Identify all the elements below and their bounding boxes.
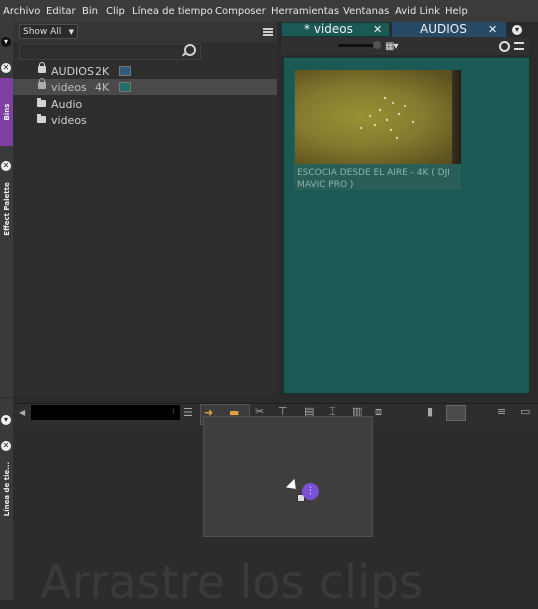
search-icon[interactable] [184, 44, 196, 56]
menu-help[interactable]: Help [445, 6, 468, 17]
marker-icon[interactable]: ▮ [427, 405, 433, 418]
settings-sliders-icon[interactable]: ≡ [497, 405, 506, 418]
close-effect-palette-icon[interactable]: ✕ [1, 161, 11, 171]
timeline-panel-menu-icon[interactable]: ▾ [1, 415, 11, 425]
menu-linea-de-tiempo[interactable]: Línea de tiempo [132, 6, 213, 17]
hamburger-menu-icon-middle [263, 31, 273, 33]
tab-effect-palette-label: Effect Palette [2, 182, 11, 236]
sheep-dots [359, 96, 415, 140]
menu-composer[interactable]: Composer [215, 6, 266, 17]
close-tab-icon[interactable]: ✕ [373, 23, 382, 36]
bin-color-swatch [119, 82, 131, 92]
bin-folder-audio[interactable]: Audio [13, 96, 277, 112]
bin-filter-dropdown[interactable]: Show All ▼ [19, 24, 78, 39]
fullscreen-toggle-icon[interactable] [446, 405, 466, 421]
tab-timeline-label: Línea de tie... [2, 461, 11, 517]
menu-archivo[interactable]: Archivo [3, 6, 40, 17]
panel-menu-icon[interactable]: ▾ [512, 25, 522, 35]
clip-title[interactable]: ESCOCIA DESDE EL AIRE - 4K ( DJI MAVIC P… [297, 167, 462, 191]
timecode-stepper-icon[interactable]: ⁝ [172, 407, 175, 416]
accent-badge-icon: ⋮ [302, 483, 319, 500]
menu-bin[interactable]: Bin [82, 6, 98, 17]
clip-thumbnail[interactable] [295, 70, 461, 164]
drag-preview-box [203, 416, 373, 537]
bin-toolbar [281, 37, 529, 55]
tab-audios-label: AUDIOS [420, 22, 467, 36]
window-icon[interactable]: ▭ [520, 405, 530, 418]
lock-icon [38, 62, 46, 73]
timecode-field[interactable] [31, 405, 180, 420]
timeline-placeholder: Arrastre los clips [40, 555, 424, 609]
panel-menu-icon[interactable]: ▾ [1, 37, 11, 47]
lock-icon [38, 78, 46, 89]
menu-clip[interactable]: Clip [106, 6, 125, 17]
tab-bins-label: Bins [2, 103, 11, 121]
tab-timeline[interactable]: Línea de tie... [0, 456, 13, 522]
bin-item-resolution: 2K [95, 65, 110, 78]
tab-bins[interactable]: Bins [0, 78, 13, 146]
bin-item-videos-selected[interactable]: videos 4K [13, 78, 277, 95]
bin-item-name: Audio [51, 98, 83, 111]
bin-item-audios[interactable]: AUDIOS 2K [13, 62, 277, 79]
bin-item-name: videos [51, 81, 87, 94]
menu-herramientas[interactable]: Herramientas [271, 6, 339, 17]
sync-icon[interactable]: ⧈ [375, 405, 382, 419]
folder-icon [37, 98, 46, 107]
chevron-down-icon: ▼ [68, 28, 74, 36]
slider-handle[interactable] [373, 41, 381, 49]
bin-filter-value: Show All [23, 27, 62, 37]
close-tab-icon[interactable]: ✕ [488, 23, 497, 36]
bin-color-swatch [119, 66, 131, 76]
close-bins-icon[interactable]: ✕ [1, 63, 11, 73]
menu-editar[interactable]: Editar [46, 6, 76, 17]
menu-avid-link[interactable]: Avid Link [395, 6, 440, 17]
bin-folder-videos[interactable]: videos [13, 112, 277, 128]
menu-bar: Archivo Editar Bin Clip Línea de tiempo … [0, 0, 538, 23]
track-list-icon[interactable]: ☰ [183, 406, 193, 419]
menu-ventanas[interactable]: Ventanas [343, 6, 389, 17]
close-timeline-icon[interactable]: ✕ [1, 441, 11, 451]
hamburger-menu-icon[interactable] [514, 42, 524, 50]
bin-item-resolution: 4K [95, 81, 110, 94]
play-left-icon[interactable]: ◀ [19, 408, 25, 417]
bin-item-name: videos [51, 114, 87, 127]
tab-effect-palette[interactable]: Effect Palette [0, 175, 13, 243]
frame-view-icon[interactable]: ▦▾ [385, 41, 399, 52]
bin-item-name: AUDIOS [51, 65, 94, 78]
thumbnail-edge [452, 70, 461, 164]
folder-icon [37, 114, 46, 123]
thumbnail-size-slider[interactable] [338, 44, 378, 47]
search-icon[interactable] [499, 41, 510, 52]
tab-videos-label: * videos [304, 22, 353, 36]
bin-search-input[interactable] [19, 43, 201, 60]
